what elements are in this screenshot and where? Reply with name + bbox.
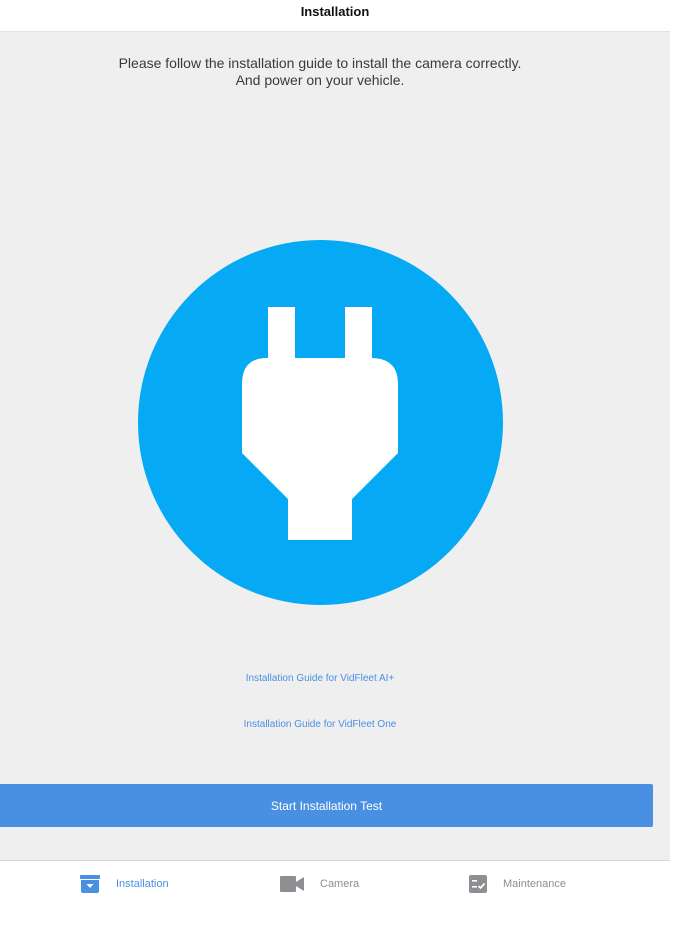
tab-maintenance[interactable]: Maintenance bbox=[469, 873, 566, 895]
nav-bar: Installation bbox=[0, 0, 670, 32]
page-title: Installation bbox=[300, 3, 370, 19]
power-plug-icon bbox=[138, 240, 503, 605]
guide-link-one[interactable]: Installation Guide for VidFleet One bbox=[0, 719, 640, 730]
checklist-icon bbox=[469, 874, 487, 894]
instructions-text: Please follow the installation guide to … bbox=[0, 55, 640, 89]
guide-link-ai-plus[interactable]: Installation Guide for VidFleet AI+ bbox=[0, 673, 640, 684]
plug-prong-right bbox=[345, 307, 372, 362]
plug-prong-left bbox=[268, 307, 295, 362]
instructions-line-1: Please follow the installation guide to … bbox=[118, 55, 522, 71]
start-installation-test-button[interactable]: Start Installation Test bbox=[0, 784, 653, 827]
tab-camera[interactable]: Camera bbox=[280, 873, 359, 895]
tab-installation[interactable]: Installation bbox=[80, 873, 169, 895]
video-camera-icon bbox=[280, 875, 304, 893]
installation-box-icon bbox=[80, 874, 100, 894]
tab-bar: Installation Camera Maintenance bbox=[0, 860, 670, 935]
installation-content: Please follow the installation guide to … bbox=[0, 32, 670, 860]
instructions-line-2: And power on your vehicle. bbox=[235, 72, 405, 88]
tab-camera-label: Camera bbox=[320, 878, 360, 890]
tab-maintenance-label: Maintenance bbox=[503, 878, 566, 890]
tab-installation-label: Installation bbox=[116, 878, 169, 890]
